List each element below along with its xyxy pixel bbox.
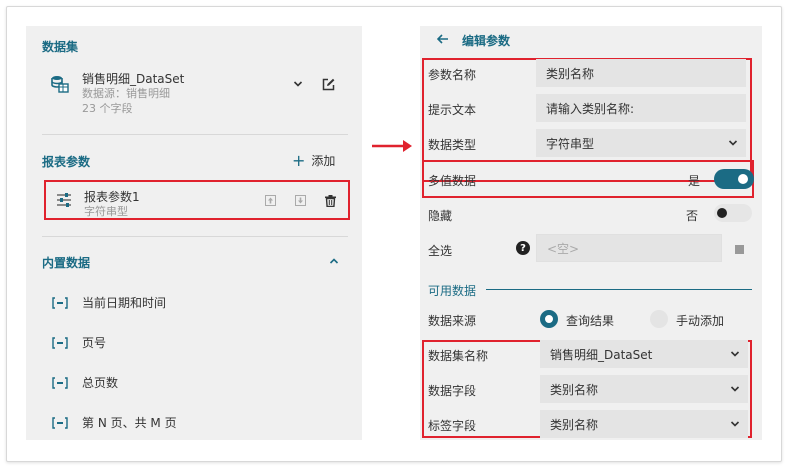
param-name-label: 参数名称: [428, 68, 477, 82]
divider: [486, 289, 752, 290]
delete-icon[interactable]: [324, 194, 336, 207]
param-name-value: 类别名称: [546, 66, 595, 81]
field-icon: [52, 416, 68, 429]
chevron-up-icon[interactable]: [328, 255, 340, 267]
chevron-down-icon[interactable]: [291, 77, 305, 91]
move-up-icon[interactable]: [264, 194, 276, 206]
label-field-value: 类别名称: [550, 417, 599, 432]
left-panel: 数据集 销售明细_DataSet 数据源：销售明细 23 个字段 报表参数 + …: [26, 26, 362, 440]
back-arrow-icon[interactable]: [436, 32, 450, 46]
move-down-icon[interactable]: [294, 194, 306, 206]
dataset-name-label: 数据集名称: [428, 349, 489, 363]
dataset-name-value: 销售明细_DataSet: [550, 347, 653, 362]
select-all-checkbox[interactable]: [735, 245, 744, 254]
multi-label: 多值数据: [428, 174, 477, 188]
toggle-knob: [717, 208, 727, 218]
multi-state: 是: [688, 174, 701, 188]
select-all-placeholder: <空>: [547, 241, 580, 256]
dataset-icon: [51, 76, 69, 93]
builtin-item-datetime[interactable]: 当前日期和时间: [52, 294, 166, 311]
param-item[interactable]: 报表参数1 字符串型: [44, 180, 350, 220]
dataset-name-select[interactable]: 销售明细_DataSet: [540, 340, 748, 368]
hidden-toggle[interactable]: [714, 204, 752, 222]
builtin-item-total-pages[interactable]: 总页数: [52, 374, 118, 391]
hidden-state: 否: [686, 209, 699, 223]
builtin-section-title: 内置数据: [42, 256, 91, 270]
data-field-label: 数据字段: [428, 384, 477, 398]
param-section-title: 报表参数: [42, 155, 91, 169]
add-label: 添加: [311, 154, 336, 168]
dataset-section-title: 数据集: [42, 40, 79, 54]
chevron-down-icon: [730, 421, 740, 427]
prompt-input[interactable]: 请输入类别名称:: [536, 94, 746, 122]
red-arrow-icon: [372, 140, 412, 152]
toggle-knob: [738, 174, 748, 184]
chevron-down-icon: [730, 351, 740, 357]
builtin-item-page-number[interactable]: 页号: [52, 334, 106, 351]
prompt-label: 提示文本: [428, 103, 477, 117]
help-icon[interactable]: ?: [516, 241, 530, 255]
field-icon: [52, 376, 68, 389]
builtin-item-page-n-of-m[interactable]: 第 N 页、共 M 页: [52, 414, 177, 431]
builtin-item-label: 第 N 页、共 M 页: [82, 416, 177, 430]
dataset-source: 数据源：销售明细: [82, 87, 170, 100]
radio-query-result[interactable]: [540, 310, 558, 328]
hidden-label: 隐藏: [428, 209, 453, 223]
param-type: 字符串型: [84, 205, 128, 218]
divider: [42, 236, 348, 237]
data-field-select[interactable]: 类别名称: [540, 375, 748, 403]
divider: [42, 134, 348, 135]
source-label: 数据来源: [428, 314, 477, 328]
builtin-item-label: 页号: [82, 336, 107, 350]
builtin-item-label: 当前日期和时间: [82, 296, 167, 310]
available-section-title: 可用数据: [428, 284, 477, 298]
prompt-value: 请输入类别名称:: [546, 101, 635, 116]
parameter-icon: [57, 193, 71, 207]
add-param-button[interactable]: + 添加: [292, 152, 335, 169]
select-all-label: 全选: [428, 244, 453, 258]
builtin-item-label: 总页数: [82, 376, 119, 390]
multi-toggle[interactable]: [714, 169, 754, 189]
field-icon: [52, 336, 68, 349]
select-all-input[interactable]: <空>: [536, 234, 722, 262]
data-field-value: 类别名称: [550, 382, 599, 397]
edit-icon[interactable]: [321, 77, 335, 91]
radio-query-label: 查询结果: [566, 314, 615, 328]
dataset-field-count: 23 个字段: [82, 102, 133, 115]
data-type-value: 字符串型: [546, 136, 595, 151]
label-field-label: 标签字段: [428, 419, 477, 433]
chevron-down-icon: [730, 386, 740, 392]
radio-manual-label: 手动添加: [676, 314, 725, 328]
plus-icon: +: [292, 150, 306, 170]
chevron-down-icon: [728, 140, 738, 146]
field-icon: [52, 296, 68, 309]
label-field-select[interactable]: 类别名称: [540, 410, 748, 438]
data-type-select[interactable]: 字符串型: [536, 129, 746, 157]
data-type-label: 数据类型: [428, 138, 477, 152]
right-panel: 编辑参数 参数名称 类别名称 提示文本 请输入类别名称: 数据类型 字符串型 多…: [420, 26, 762, 440]
edit-param-title: 编辑参数: [462, 34, 511, 48]
param-name-input[interactable]: 类别名称: [536, 59, 746, 87]
radio-manual-add[interactable]: [650, 310, 668, 328]
